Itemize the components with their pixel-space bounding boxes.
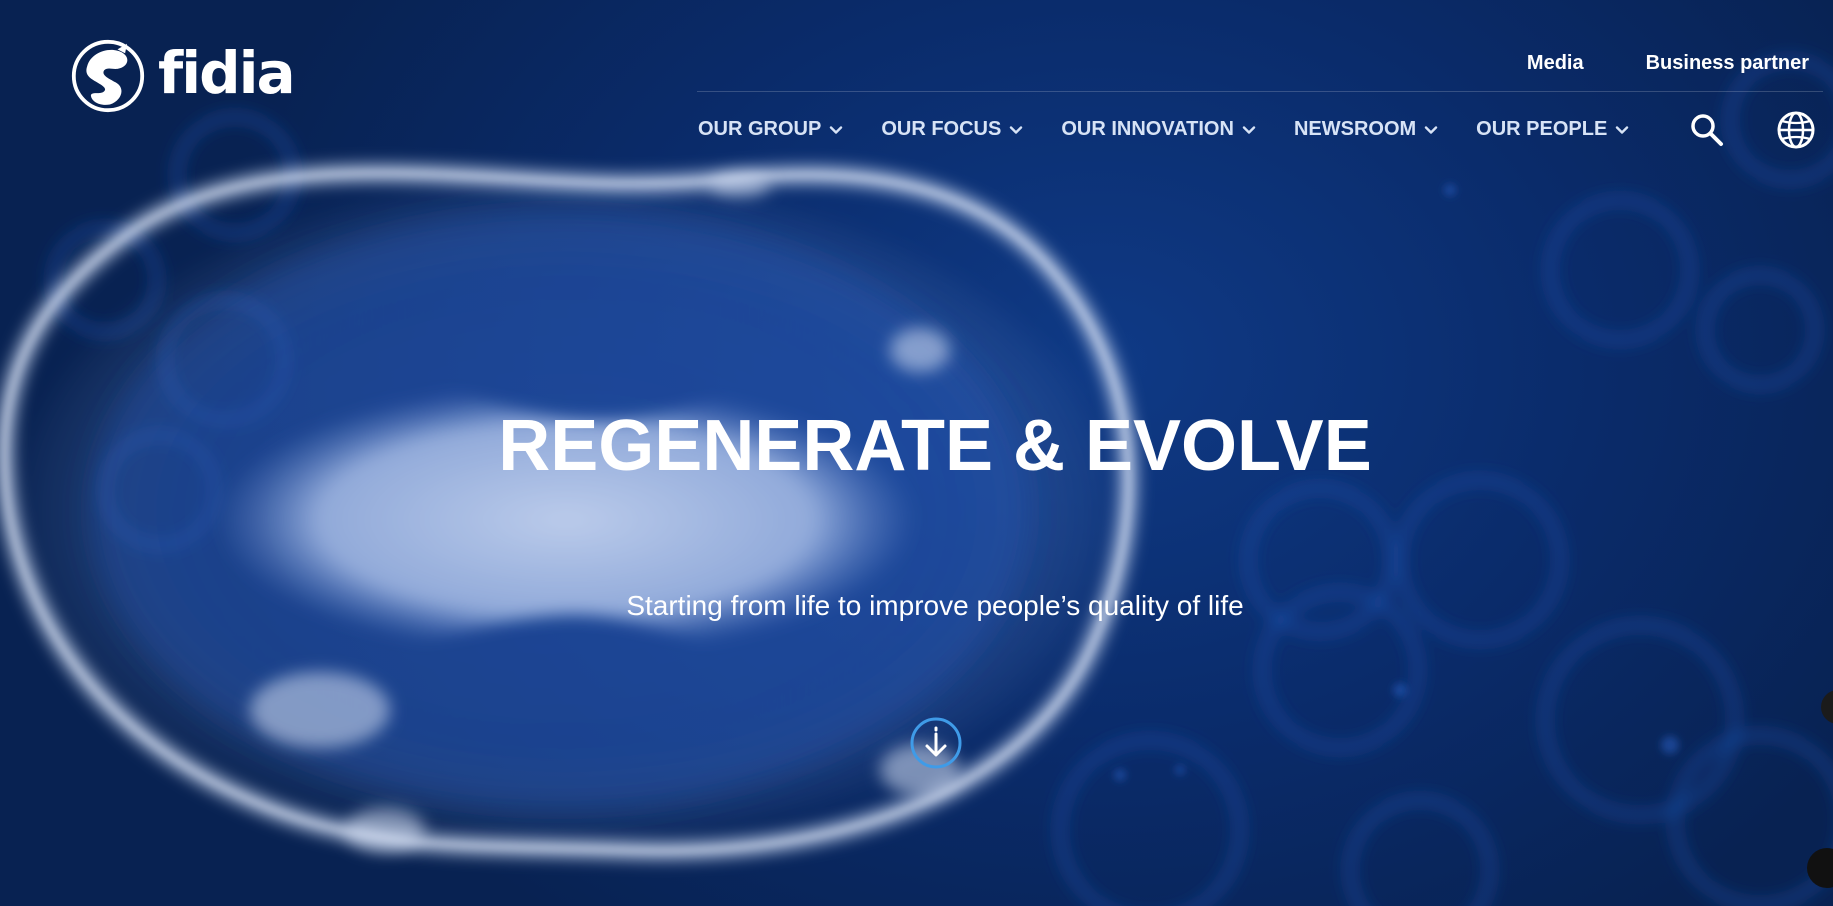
nav-item-label: OUR FOCUS <box>881 118 1002 140</box>
nav-item-label: OUR INNOVATION <box>1061 118 1234 140</box>
utility-nav: Media Business partner <box>1527 52 1809 75</box>
header-divider <box>697 91 1823 92</box>
chevron-down-icon <box>1242 125 1256 134</box>
nav-item-our-group[interactable]: OUR GROUP <box>698 118 843 141</box>
hero-subtitle: Starting from life to improve people’s q… <box>626 590 1244 621</box>
business-partner-link[interactable]: Business partner <box>1646 52 1809 75</box>
chevron-down-icon <box>1616 125 1629 134</box>
media-link[interactable]: Media <box>1527 52 1584 75</box>
nav-item-newsroom[interactable]: NEWSROOM <box>1294 118 1438 141</box>
chevron-down-icon <box>830 125 843 134</box>
nav-item-our-people[interactable]: OUR PEOPLE <box>1476 118 1629 141</box>
brand-logo[interactable]: fidia <box>70 38 296 114</box>
hero-section: fidia Media Business partner OUR GROUP O… <box>0 0 1833 906</box>
nav-item-label: NEWSROOM <box>1293 118 1417 140</box>
nav-item-label: OUR PEOPLE <box>1476 118 1608 140</box>
arrow-down-circle-icon[interactable] <box>909 716 963 770</box>
nav-item-our-innovation[interactable]: OUR INNOVATION <box>1061 118 1256 141</box>
chevron-down-icon <box>1424 125 1438 134</box>
brand-name: fidia <box>158 39 296 107</box>
nav-item-label: OUR GROUP <box>698 118 822 140</box>
globe-icon[interactable] <box>1776 110 1816 150</box>
chevron-down-icon <box>1010 125 1023 134</box>
hero-title: REGENERATE & EVOLVE <box>498 406 1372 486</box>
fidia-globe-logo-icon <box>71 39 145 113</box>
main-nav: OUR GROUP OUR FOCUS OUR INNOVATION NEWSR… <box>698 118 1667 141</box>
search-icon[interactable] <box>1687 110 1727 150</box>
nav-item-our-focus[interactable]: OUR FOCUS <box>881 118 1023 141</box>
